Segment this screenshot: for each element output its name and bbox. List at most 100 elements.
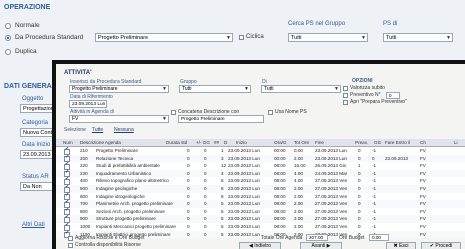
procedi-button[interactable]: ✔ Procedi: [421, 242, 461, 249]
table-cell: 27.09.2013 Ven: [315, 178, 348, 184]
oggetto-field[interactable]: Progettazion: [20, 104, 54, 113]
totale-ore-label: Totale Ore Agenda: [261, 235, 303, 241]
column-header[interactable]: Preav.: [355, 140, 368, 145]
table-row[interactable]: ✔ 500 Indagine geologiche 0 0 8 23.09.2013 Lun…: [56, 184, 465, 193]
ps-di-select[interactable]: Tutti ▼: [383, 33, 453, 42]
column-header[interactable]: Descrizione Agenda: [80, 140, 121, 145]
categoria-label: Categoria: [22, 120, 49, 126]
table-cell: 2.00: [294, 186, 303, 191]
table-cell: Relazione Tecnica: [96, 155, 134, 161]
table-cell: 2.00: [294, 208, 303, 214]
table-row[interactable]: ✔ 210 Progetto Preliminare 0 0 1 23.09.2013 Lu…: [56, 146, 465, 155]
data-inizio-field[interactable]: 23.09.2013 L: [20, 150, 54, 159]
column-header[interactable]: Fine: [315, 140, 324, 145]
table-row[interactable]: ✔ 200 Relazione Tecnica 0 0 3 23.09.2013 Lun 00…: [56, 154, 465, 163]
table-cell: 2.00: [294, 216, 303, 222]
table-cell: -1: [372, 208, 377, 214]
table-cell: 600: [80, 193, 88, 199]
table-cell: 5: [221, 201, 224, 207]
column-header[interactable]: ##: [214, 140, 219, 145]
status-field[interactable]: Da Non Trasf: [20, 182, 54, 191]
table-cell: 230: [80, 170, 88, 176]
dialog-title: ATTIVITA': [64, 70, 92, 76]
column-header[interactable]: Ch: [420, 140, 426, 145]
table-cell: 5: [221, 208, 224, 214]
row-checked-icon: ✔: [65, 206, 70, 213]
table-cell: 4: [221, 170, 224, 176]
column-header[interactable]: Inizio: [236, 140, 247, 145]
attivita-agenda-select[interactable]: FV ▼: [69, 115, 169, 123]
avanti-button[interactable]: Avanti ▶: [300, 242, 342, 249]
radio-normale-label: Normale: [15, 22, 40, 29]
usa-nome-ps-checkbox[interactable]: [268, 110, 273, 115]
apri-checkbox[interactable]: [343, 100, 348, 105]
table-cell: 2.00: [294, 193, 303, 199]
table-cell: 00:00: [274, 148, 286, 153]
inserisci-select[interactable]: Progetto Preliminare ▼: [69, 85, 169, 93]
table-cell: -1: [372, 148, 377, 153]
indietro-button[interactable]: ◀ Indietro: [239, 242, 281, 249]
valorizza-label: Valorizza subito: [350, 85, 385, 91]
valorizza-checkbox[interactable]: [343, 86, 348, 91]
categoria-field[interactable]: Nuova Cont: [20, 128, 54, 137]
table-cell: Inquadramento Urbanistico: [96, 170, 152, 176]
table-row[interactable]: ✔ 800 Sezioni Arch. progetto preliminare 0 0…: [56, 206, 465, 216]
cerca-ps-select[interactable]: Tutti ▼: [288, 33, 368, 42]
table-cell: Indagine geologiche: [96, 186, 138, 191]
row-checked-icon: ✔: [65, 229, 70, 236]
data-rif-field[interactable]: 23.09.2013 Lun: [69, 100, 107, 108]
table-row[interactable]: ✔ 1000 Impianti Meccanici progetto prelimi…: [56, 222, 465, 231]
radio-normale[interactable]: [5, 23, 11, 29]
table-row[interactable]: ✔ 600 Indagine idrogeologiche 0 0 8 23.09.2013…: [56, 192, 465, 201]
table-cell: 0: [358, 178, 361, 184]
table-cell: 0: [204, 170, 207, 176]
di-select[interactable]: Tutti ▼: [261, 85, 341, 93]
preventivo-field[interactable]: 0: [386, 92, 400, 99]
table-row[interactable]: ✔ 700 Planimetrie Arch. progetto prelimina…: [56, 199, 465, 208]
esci-button[interactable]: ✖ Esci: [386, 242, 416, 249]
table-cell: 1: [221, 148, 224, 153]
column-header[interactable]: Ora/G: [274, 140, 287, 145]
row-checked-icon: ✔: [65, 146, 70, 152]
controlla-checkbox[interactable]: [68, 243, 73, 248]
select-all-link[interactable]: Tutte: [92, 127, 103, 133]
gruppo-select[interactable]: Tutti ▼: [179, 85, 251, 93]
radio-duplica[interactable]: [5, 49, 11, 55]
select-none-link[interactable]: Nessuna: [114, 127, 134, 133]
column-header[interactable]: +/- GG: [196, 140, 210, 145]
concatena-field[interactable]: Progetto Preliminare: [178, 115, 264, 123]
table-cell: 27.09.2013 Ven: [315, 186, 348, 191]
column-header[interactable]: Num: [63, 140, 73, 145]
table-row[interactable]: ✔ 400 Rilievo topografico plano-altimetric…: [56, 176, 465, 185]
table-row[interactable]: ✔ 900 Strutture progetto preliminare 0 0 5 23.…: [56, 214, 465, 223]
column-header[interactable]: Durata std: [166, 140, 187, 145]
table-cell: 24.09.2013 Mar: [315, 170, 348, 176]
concatena-checkbox[interactable]: [171, 110, 176, 115]
column-header[interactable]: Li: [454, 140, 458, 145]
table-cell: -1: [372, 186, 377, 191]
preventivo-checkbox[interactable]: [343, 93, 348, 98]
column-header[interactable]: GG: [374, 140, 381, 145]
ore-budget-value: 0.00: [369, 234, 389, 241]
aggiorna-checkbox[interactable]: [68, 236, 73, 241]
table-cell: 23.09.2013 Lun: [228, 224, 260, 229]
ciclica-checkbox[interactable]: [239, 35, 244, 40]
table-cell: 08:00: [274, 193, 286, 199]
table-cell: 0: [204, 224, 207, 229]
table-cell: 8: [221, 193, 224, 199]
procedura-select[interactable]: Progetto Preliminare ▼: [95, 33, 233, 42]
radio-da-procedura[interactable]: [5, 35, 11, 41]
table-row[interactable]: ✔ 220 Studi di prefattibilità ambientale 0 0…: [56, 161, 465, 170]
table-cell: 08:00: [274, 170, 286, 176]
column-header[interactable]: Tot Ore: [294, 140, 309, 145]
table-cell: 0: [187, 231, 190, 237]
column-header[interactable]: Fare Entro il: [385, 140, 410, 145]
column-header[interactable]: D: [224, 140, 227, 145]
dati-generali-title: DATI GENERAL: [4, 83, 56, 90]
altri-dati-link[interactable]: Altri Dati: [22, 222, 45, 228]
table-row[interactable]: ✔ 230 Inquadramento Urbanistico 0 0 4 23.09.20…: [56, 169, 465, 178]
table-cell: 08:00: [274, 224, 286, 229]
table-cell: 0: [204, 163, 207, 169]
table-cell: 08:00: [274, 201, 286, 207]
table-cell: -1: [372, 224, 377, 229]
